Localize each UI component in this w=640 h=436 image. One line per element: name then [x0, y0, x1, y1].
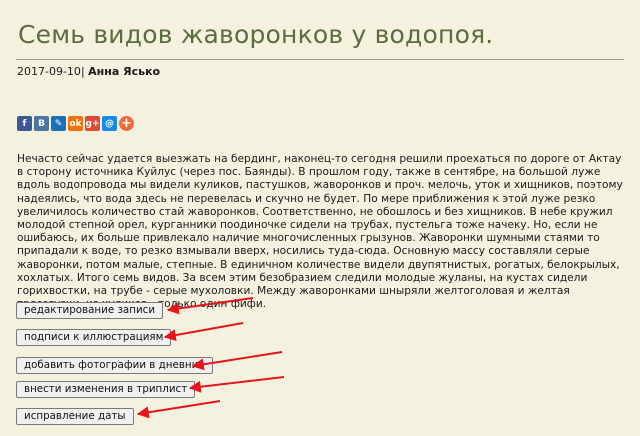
- article-body: Нечасто сейчас удается выезжать на берди…: [17, 153, 629, 311]
- post-date: 2017-09-10: [17, 65, 81, 78]
- google-plus-icon[interactable]: g+: [85, 116, 100, 131]
- vkontakte-icon[interactable]: B: [34, 116, 49, 131]
- more-share-icon[interactable]: +: [119, 116, 134, 131]
- share-bar: f B ✎ ok g+ @ +: [17, 116, 134, 131]
- post-meta: 2017-09-10| Анна Ясько: [17, 65, 160, 78]
- page-title: Семь видов жаворонков у водопоя.: [18, 20, 494, 49]
- illustration-captions-button[interactable]: подписи к иллюстрациям: [16, 329, 172, 346]
- arrow-4: [188, 376, 285, 393]
- edit-post-button[interactable]: редактирование записи: [16, 302, 164, 319]
- arrow-5: [136, 400, 221, 419]
- add-photos-button[interactable]: добавить фотографии в дневник: [16, 357, 213, 374]
- edit-triplist-button[interactable]: внести изменения в триплист: [16, 381, 196, 398]
- fix-date-button[interactable]: исправление даты: [16, 408, 134, 425]
- meta-separator: |: [80, 65, 85, 78]
- odnoklassniki-icon[interactable]: ok: [68, 116, 83, 131]
- post-author[interactable]: Анна Ясько: [88, 65, 160, 78]
- arrow-2: [163, 322, 244, 341]
- livejournal-icon[interactable]: ✎: [51, 116, 66, 131]
- mail-icon[interactable]: @: [102, 116, 117, 131]
- title-divider: [16, 59, 624, 60]
- article-text: Нечасто сейчас удается выезжать на берди…: [17, 153, 623, 311]
- facebook-icon[interactable]: f: [17, 116, 32, 131]
